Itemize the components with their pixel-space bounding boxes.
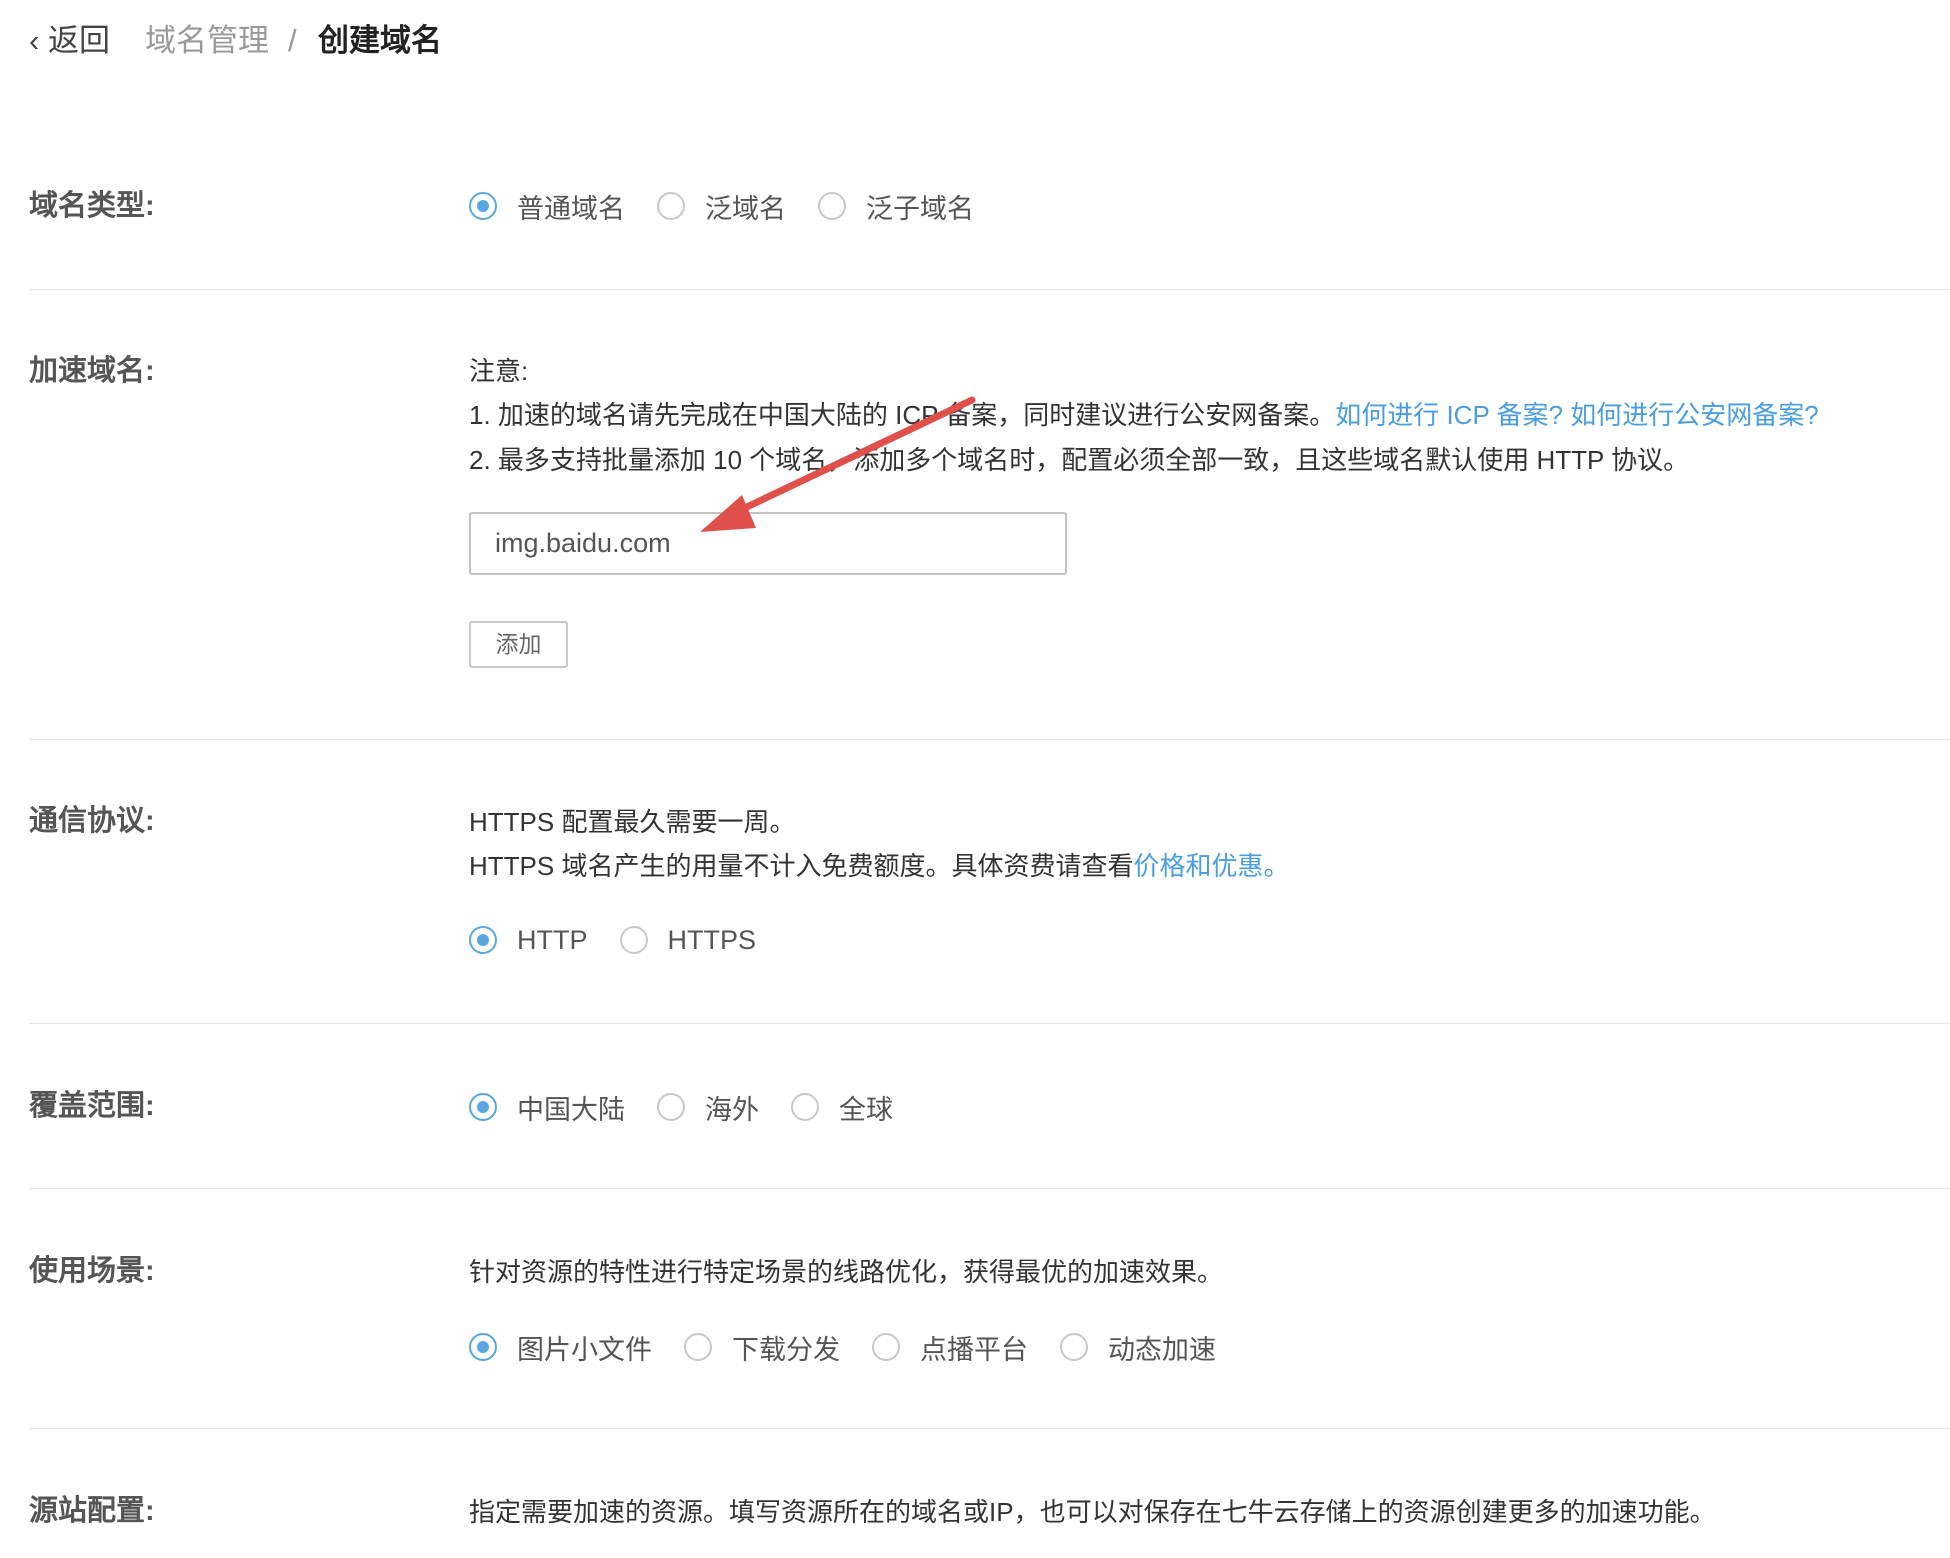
radio-label: 下载分发 [732,1334,840,1365]
protocol-note-2: HTTPS 域名产生的用量不计入免费额度。具体资费请查看价格和优惠。 [469,847,1289,885]
radio-https[interactable]: HTTPS [619,924,757,956]
coverage-label: 覆盖范围: [29,1090,155,1122]
divider [29,1023,1950,1024]
radio-label: HTTPS [667,924,757,955]
red-arrow-annotation [700,396,976,532]
scenario-label: 使用场景: [29,1255,155,1287]
divider [29,1188,1950,1189]
divider [29,739,1950,740]
radio-mainland[interactable]: 中国大陆 [469,1088,625,1127]
scenario-radio-group: 图片小文件 下载分发 点播平台 动态加速 [469,1327,1248,1367]
scenario-desc: 针对资源的特性进行特定场景的线路优化，获得最优的加速效果。 [469,1257,1224,1287]
radio-download[interactable]: 下载分发 [684,1328,840,1367]
radio-vod[interactable]: 点播平台 [872,1328,1028,1367]
radio-global[interactable]: 全球 [791,1088,893,1127]
radio-unchecked-icon [684,1333,712,1361]
origin-label: 源站配置: [29,1495,155,1527]
radio-label: 全球 [839,1094,893,1125]
radio-dynamic[interactable]: 动态加速 [1060,1328,1216,1367]
radio-unchecked-icon [657,1093,685,1121]
coverage-radio-group: 中国大陆 海外 全球 [469,1087,925,1127]
radio-images[interactable]: 图片小文件 [469,1328,652,1367]
protocol-note-1: HTTPS 配置最久需要一周。 [469,807,796,837]
radio-label: HTTP [517,924,588,955]
radio-checked-icon [469,926,497,954]
radio-unchecked-icon [872,1333,900,1361]
radio-label: 海外 [705,1094,759,1125]
radio-checked-icon [469,1333,497,1361]
pricing-link[interactable]: 价格和优惠。 [1133,851,1289,881]
radio-http[interactable]: HTTP [469,925,588,956]
origin-desc: 指定需要加速的资源。填写资源所在的域名或IP，也可以对保存在七牛云存储上的资源创… [469,1497,1716,1527]
radio-overseas[interactable]: 海外 [657,1088,759,1127]
radio-label: 点播平台 [920,1334,1028,1365]
radio-checked-icon [469,1093,497,1121]
radio-label: 中国大陆 [517,1094,625,1125]
radio-unchecked-icon [1060,1333,1088,1361]
radio-label: 动态加速 [1108,1334,1216,1365]
divider [29,1428,1950,1429]
protocol-radio-group: HTTP HTTPS [469,920,788,960]
protocol-label: 通信协议: [29,805,155,837]
radio-label: 图片小文件 [517,1334,652,1365]
protocol-note-2-text: HTTPS 域名产生的用量不计入免费额度。具体资费请查看 [469,851,1134,881]
radio-unchecked-icon [791,1093,819,1121]
radio-unchecked-icon [619,926,648,954]
